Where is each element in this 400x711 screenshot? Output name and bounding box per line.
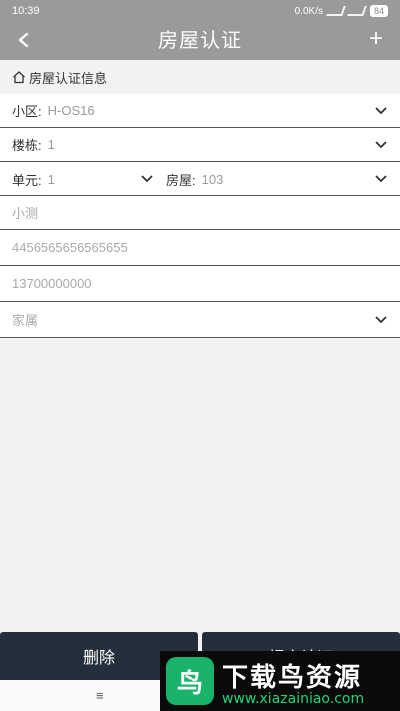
community-label: 小区: (12, 104, 42, 119)
house-value: 103 (201, 171, 224, 187)
id-number-field[interactable]: 4456565656565655 (0, 230, 400, 266)
chevron-down-icon (141, 175, 153, 183)
signal-icon-2 (347, 6, 367, 16)
community-value: H-OS16 (47, 103, 95, 118)
network-speed: 0.0K/s (294, 5, 323, 17)
watermark-title: 下载鸟资源 (222, 662, 363, 692)
home-icon (13, 71, 25, 84)
add-button[interactable]: + (362, 26, 390, 54)
unit-house-row: 单元: 1 房屋: 103 (0, 162, 400, 196)
phone-value: 13700000000 (12, 276, 92, 291)
name-field[interactable]: 小测 (0, 196, 400, 230)
building-select[interactable]: 楼栋: 1 (0, 128, 400, 162)
page-title: 房屋认证 (158, 30, 242, 52)
status-bar: 10:39 0.0K/s 84 (0, 0, 400, 22)
building-value: 1 (47, 137, 55, 152)
house-label: 房屋: (166, 172, 196, 188)
house-select[interactable]: 房屋: 103 (166, 162, 366, 196)
community-select[interactable]: 小区: H-OS16 (0, 94, 400, 128)
watermark: 鸟 下载鸟资源 www.xiazainiao.com (160, 651, 400, 711)
section-title: 房屋认证信息 (29, 70, 108, 86)
name-value: 小测 (12, 206, 39, 221)
relation-value: 家属 (12, 313, 39, 328)
watermark-logo-icon: 鸟 (166, 657, 214, 705)
building-label: 楼栋: (12, 138, 42, 153)
battery-icon: 84 (369, 5, 388, 17)
chevron-down-icon (375, 316, 387, 324)
id-number-value: 4456565656565655 (12, 240, 128, 255)
status-icons: 0.0K/s 84 (295, 5, 388, 17)
chevron-down-icon (375, 107, 387, 115)
signal-icon (326, 6, 346, 16)
unit-value: 1 (47, 171, 55, 187)
section-header: 房屋认证信息 (0, 60, 400, 94)
relation-select[interactable]: 家属 (0, 302, 400, 338)
chevron-down-icon (375, 175, 387, 183)
chevron-down-icon (375, 141, 387, 149)
house-form: 小区: H-OS16 楼栋: 1 单元: 1 房屋: 103 小测 445656… (0, 94, 400, 338)
navigation-bar: 房屋认证 + (0, 22, 400, 60)
unit-label: 单元: (12, 172, 42, 188)
watermark-url: www.xiazainiao.com (222, 691, 365, 707)
status-time: 10:39 (12, 5, 40, 17)
phone-field[interactable]: 13700000000 (0, 266, 400, 302)
menu-icon[interactable]: ≡ (96, 688, 104, 703)
